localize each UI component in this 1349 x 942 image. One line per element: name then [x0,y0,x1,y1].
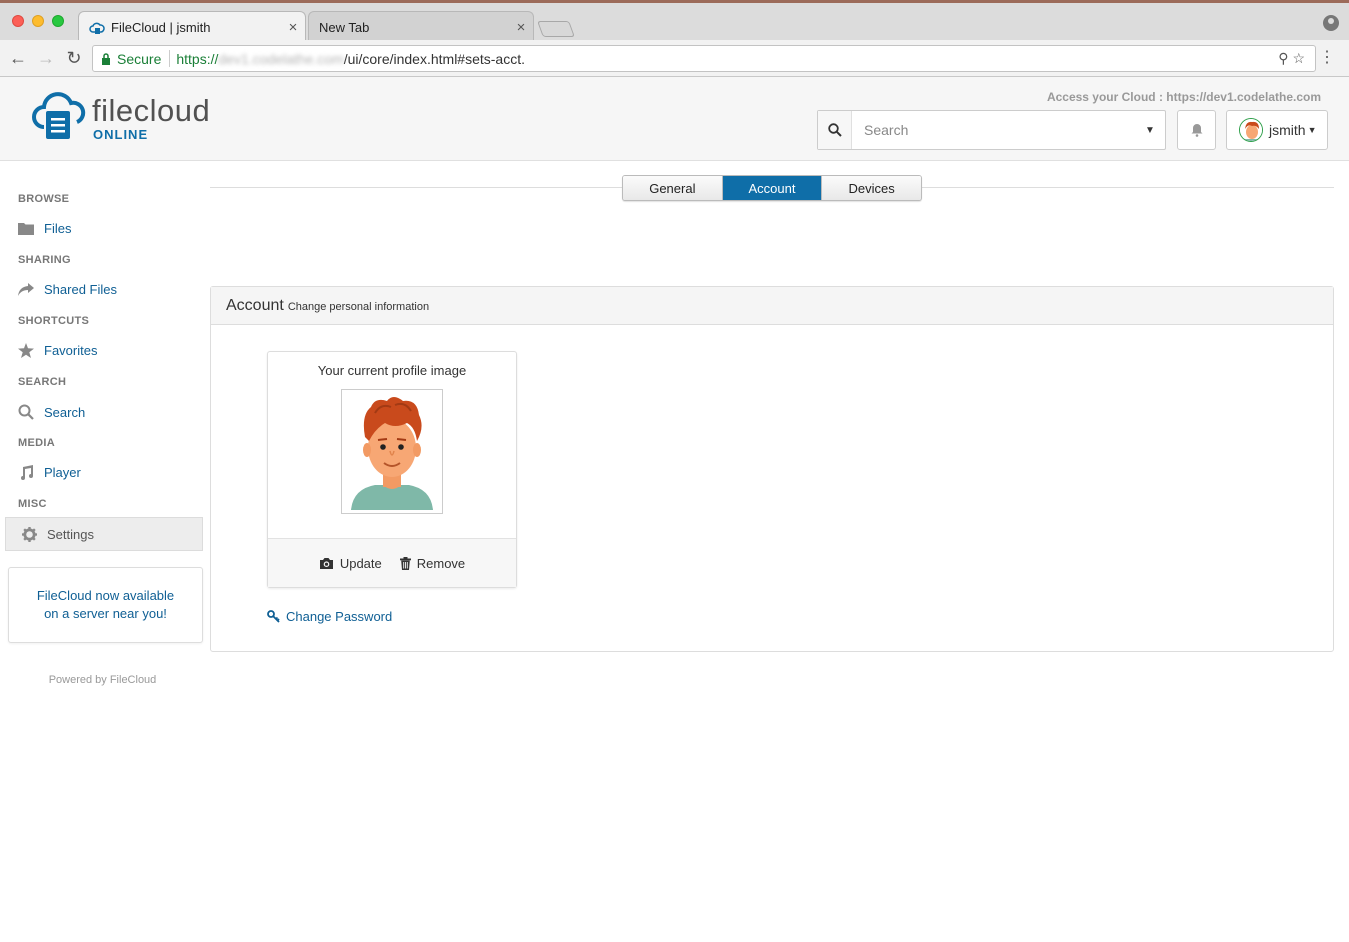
camera-icon [319,558,333,569]
sidebar-item-label: Player [44,465,81,480]
share-icon [18,283,34,296]
sidebar-item-label: Files [44,221,72,236]
change-password-label: Change Password [286,609,393,624]
app-header: filecloud ONLINE Access your Cloud : htt… [0,77,1349,161]
bell-icon [1191,124,1202,137]
remove-label: Remove [416,555,466,571]
browser-tab-new-tab[interactable]: New Tab × [308,11,534,43]
update-label: Update [339,555,382,571]
logo-subtitle: ONLINE [93,127,149,142]
address-bar[interactable]: Secure https:// dev1.codelathe.com /ui/c… [92,45,1316,72]
search-input[interactable] [852,122,1135,138]
user-name: jsmith [1269,122,1306,138]
user-caret-icon: ▼ [1307,125,1317,135]
browser-profile-icon[interactable] [1323,15,1339,31]
sidebar-heading-misc: MISC [18,498,47,510]
change-password-link[interactable]: Change Password [267,609,392,624]
gear-icon [22,526,37,542]
minimize-window-button[interactable] [32,15,44,27]
sidebar-heading-search: SEARCH [18,376,67,388]
tab-account[interactable]: Account [722,176,823,200]
promo-line: on a server near you! [44,606,167,621]
sidebar-item-search[interactable]: Search [18,404,85,420]
lock-icon [102,52,110,65]
address-divider [169,50,171,67]
sidebar-item-favorites[interactable]: Favorites [18,343,97,358]
sidebar-item-player[interactable]: Player [18,465,81,480]
sidebar: BROWSE Files SHARING Shared Files SHORTC… [0,161,205,942]
promo-line: FileCloud now available [36,588,175,603]
sidebar-item-label: Settings [47,526,94,542]
search-options-caret-icon[interactable]: ▼ [1135,125,1165,136]
sidebar-heading-shortcuts: SHORTCUTS [18,315,90,327]
key-icon [267,610,280,623]
access-cloud-text: Access your Cloud : https://dev1.codelat… [1046,90,1321,104]
bookmark-star-icon[interactable]: ⚲ ☆ [1278,50,1305,67]
filecloud-logo[interactable]: filecloud ONLINE [30,87,240,143]
sidebar-item-shared-files[interactable]: Shared Files [18,282,117,297]
panel-subtitle: Change personal information [287,301,430,313]
sidebar-item-label: Search [44,404,86,420]
powered-by-text: Powered by FileCloud [48,674,157,686]
reload-icon[interactable]: ↻ [64,48,84,68]
trash-icon [399,556,411,570]
settings-tabs: General Account Devices [622,175,922,201]
close-tab-icon[interactable]: × [281,19,305,36]
remove-photo-button[interactable]: Remove [399,555,466,571]
sidebar-item-settings[interactable]: Settings [5,517,203,551]
promo-banner[interactable]: FileCloud now available on a server near… [8,567,203,643]
sidebar-heading-sharing: SHARING [18,254,71,266]
close-tab-icon[interactable]: × [509,19,533,36]
profile-image-card: Your current profile image Update Remove [267,351,517,588]
url-path: /ui/core/index.html#sets-acct. [343,50,525,67]
music-icon [21,465,33,480]
browser-tab-filecloud[interactable]: FileCloud | jsmith × [78,11,306,43]
cloud-logo-icon [32,92,86,139]
tab-general[interactable]: General [623,176,723,200]
search-icon [18,404,34,420]
sidebar-item-label: Favorites [44,343,98,358]
sidebar-heading-media: MEDIA [18,437,55,449]
folder-icon [18,223,34,235]
browser-tab-strip: FileCloud | jsmith × New Tab × [0,0,1349,43]
avatar [1239,118,1263,142]
search-button[interactable] [818,111,852,149]
sidebar-item-files[interactable]: Files [18,221,71,236]
secure-label: Secure [117,50,162,67]
url-scheme: https:// [176,50,219,67]
profile-image [341,389,443,514]
maximize-window-button[interactable] [52,15,64,27]
tab-title: FileCloud | jsmith [111,20,211,35]
browser-menu-icon[interactable]: ⋮ [1319,50,1335,66]
panel-header: Account Change personal information [211,287,1333,325]
tab-devices[interactable]: Devices [822,176,921,200]
notifications-button[interactable] [1177,110,1216,150]
panel-title: Account [226,297,284,314]
update-photo-button[interactable]: Update [319,556,382,571]
url-host: dev1.codelathe.com [218,50,344,67]
account-panel: Account Change personal information Your… [210,286,1334,652]
logo-wordmark: filecloud [92,93,211,128]
user-menu-button[interactable]: jsmith ▼ [1226,110,1328,150]
tab-title: New Tab [319,20,370,35]
profile-card-footer: Update Remove [268,538,516,587]
back-arrow-icon[interactable]: ← [8,48,28,68]
search-box: ▼ [817,110,1166,150]
filecloud-favicon-icon [89,22,105,34]
close-window-button[interactable] [12,15,24,27]
browser-toolbar: ← → ↻ Secure https:// dev1.codelathe.com… [0,40,1349,77]
new-tab-button[interactable] [537,21,575,37]
star-icon [18,343,34,358]
profile-image-label: Your current profile image [317,363,467,378]
forward-arrow-icon[interactable]: → [36,48,56,68]
search-icon [827,123,842,137]
sidebar-item-label: Shared Files [44,282,117,297]
sidebar-heading-browse: BROWSE [18,193,70,205]
